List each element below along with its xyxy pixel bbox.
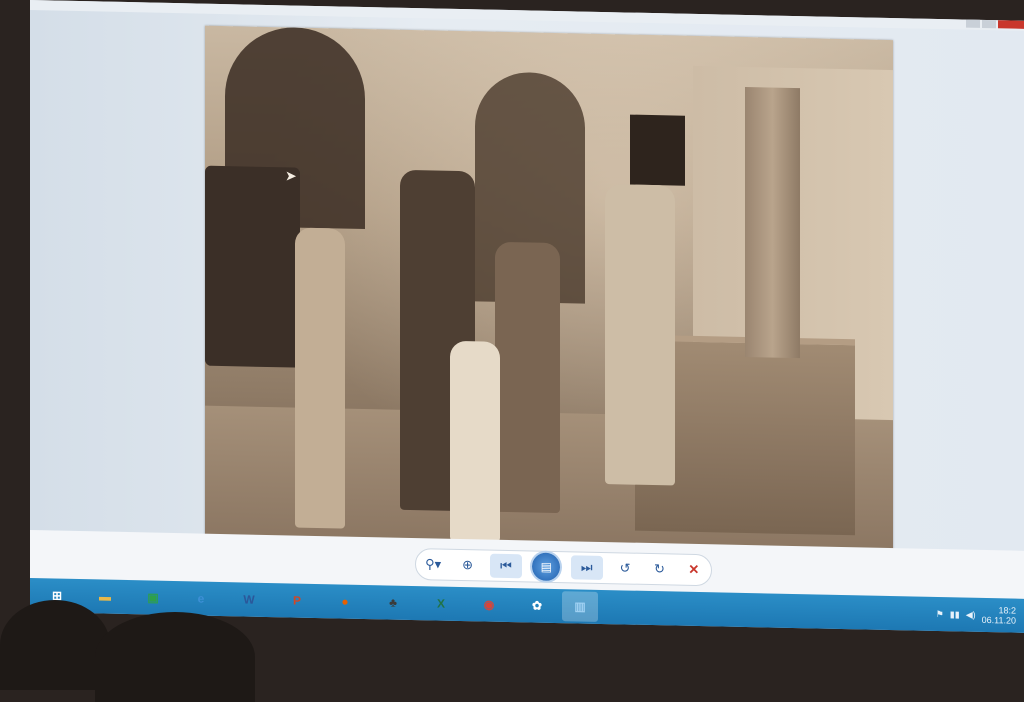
delete-icon[interactable]: ✕ [682,558,706,583]
audience-head [95,612,255,702]
maximize-button[interactable] [982,19,996,29]
next-icon[interactable]: ⏭ [570,555,603,580]
vehicle [205,165,300,368]
zoom-icon[interactable]: ⚲▾ [421,552,445,577]
audience-head [0,600,110,690]
photo-viewer-icon[interactable]: ▥ [562,591,598,622]
projected-screen: ➤ ⚲▾ ⊕ ⏮ ▤ ⏭ ↺ ↻ ✕ ⊞ ▬ ▣ e W P ● ♣ X ◉ ✿ ▥ ⚑ ▮▮ ◀) … [30,0,1024,633]
person-small-girl [450,340,500,542]
system-tray: ⚑ ▮▮ ◀) 18:2 06.11.20 [936,601,1016,629]
photo-viewer-canvas: ➤ [30,10,1024,561]
person-boy [605,184,675,486]
viewer-controls: ⚲▾ ⊕ ⏮ ▤ ⏭ ↺ ↻ ✕ [415,548,712,587]
slideshow-icon[interactable]: ▤ [532,552,561,582]
store-icon[interactable]: ▣ [140,584,166,611]
displayed-photo: ➤ [205,25,893,561]
firefox-icon[interactable]: ● [332,588,358,615]
volume-icon[interactable]: ◀) [966,609,976,620]
person-woman [495,241,560,514]
picasa-icon[interactable]: ✿ [524,592,550,619]
clock[interactable]: 18:2 06.11.20 [981,605,1016,626]
rotate-counterclockwise-icon[interactable]: ↺ [613,556,637,581]
close-button[interactable] [998,20,1024,29]
ie-icon[interactable]: e [188,585,214,612]
actual-size-icon[interactable]: ⊕ [456,553,480,578]
previous-icon[interactable]: ⏮ [489,553,522,579]
chrome-icon[interactable]: ◉ [476,591,502,618]
fountain-pillar [745,86,800,359]
person-girl-left [295,227,345,529]
rotate-clockwise-icon[interactable]: ↻ [647,557,671,582]
excel-icon[interactable]: X [428,590,454,617]
app-icon[interactable]: ♣ [380,589,406,616]
flag-icon[interactable]: ⚑ [936,608,944,619]
file-explorer-icon[interactable]: ▬ [92,583,118,610]
clock-time: 18:2 [998,605,1016,616]
minimize-button[interactable] [966,19,980,28]
clock-date: 06.11.20 [981,614,1016,626]
network-icon[interactable]: ▮▮ [950,609,960,620]
word-icon[interactable]: W [236,586,262,613]
mouse-pointer-icon: ➤ [285,167,297,184]
powerpoint-icon[interactable]: P [284,587,310,614]
wall-sign [630,114,685,186]
